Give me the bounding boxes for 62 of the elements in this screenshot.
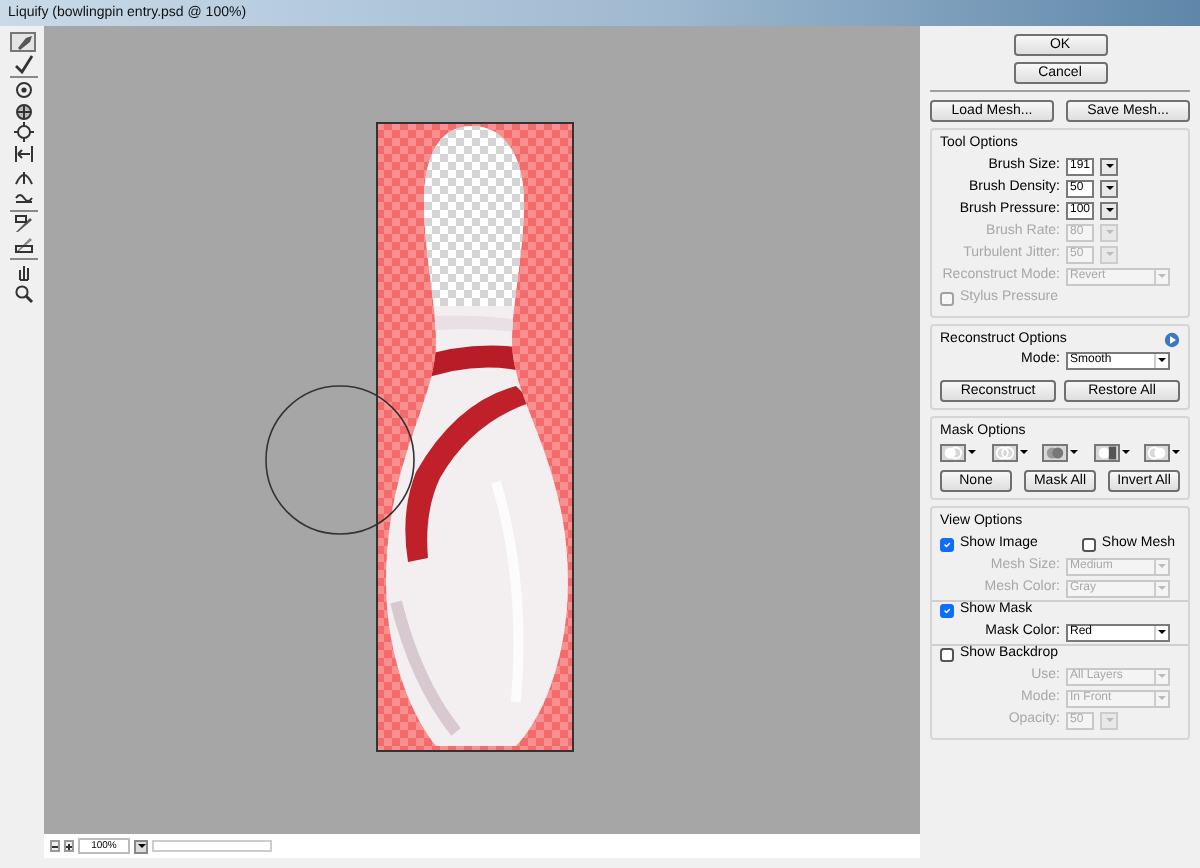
- caret-icon: [137, 844, 145, 848]
- caret-icon: [1158, 358, 1166, 362]
- mask-mode-button[interactable]: [940, 443, 966, 461]
- push-left-icon: [13, 143, 33, 164]
- plus-icon: [66, 843, 72, 849]
- tool-button[interactable]: [10, 143, 36, 164]
- tool-button[interactable]: [10, 213, 36, 234]
- tool-button[interactable]: [10, 234, 36, 255]
- checkbox[interactable]: [1081, 537, 1096, 551]
- bloat-icon: [13, 122, 33, 143]
- brush-icon: [13, 53, 33, 74]
- mask-circles-icon: [942, 445, 964, 459]
- freeze-mask-icon: [13, 213, 33, 234]
- mask-circles-icon: [1044, 445, 1066, 459]
- thaw-mask-icon: [13, 234, 33, 255]
- tool-button[interactable]: [10, 32, 36, 52]
- zoom-icon: [13, 283, 33, 304]
- caret-icon: [968, 450, 976, 454]
- dropdown-button[interactable]: [1100, 201, 1118, 219]
- zoom-out-button[interactable]: [50, 840, 60, 852]
- tool-button[interactable]: [10, 101, 36, 122]
- caret-icon: [1105, 252, 1113, 256]
- mask-circles-icon: [1095, 445, 1117, 459]
- tool-button[interactable]: [10, 283, 36, 304]
- caret-icon: [1158, 586, 1166, 590]
- caret-icon: [1158, 674, 1166, 678]
- brush-cursor-icon: [264, 384, 416, 536]
- caret-icon: [1158, 630, 1166, 634]
- dropdown-button[interactable]: [1100, 179, 1118, 197]
- caret-icon: [1105, 718, 1113, 722]
- caret-icon: [1172, 450, 1180, 454]
- tool-button[interactable]: [10, 122, 36, 143]
- finger-brush-icon: [13, 32, 33, 52]
- swirl-icon: [13, 80, 33, 101]
- checkbox[interactable]: [940, 604, 954, 618]
- mask-mode-button[interactable]: [1093, 443, 1119, 461]
- caret-icon: [1105, 186, 1113, 190]
- caret-icon: [1019, 450, 1027, 454]
- caret-icon: [1158, 274, 1166, 278]
- checkbox[interactable]: [940, 537, 954, 551]
- checkbox[interactable]: [940, 648, 954, 662]
- zoom-slider-track[interactable]: [152, 840, 272, 852]
- caret-icon: [1121, 450, 1129, 454]
- caret-icon: [1105, 208, 1113, 212]
- mask-mode-button[interactable]: [1144, 443, 1170, 461]
- mask-mode-button[interactable]: [1042, 443, 1068, 461]
- caret-icon: [1070, 450, 1078, 454]
- pucker-icon: [13, 101, 33, 122]
- mask-mode-button[interactable]: [991, 443, 1017, 461]
- dropdown-button[interactable]: [1100, 157, 1118, 175]
- caret-icon: [1158, 564, 1166, 568]
- expand-icon[interactable]: [1164, 331, 1180, 347]
- caret-icon: [1105, 164, 1113, 168]
- tool-button[interactable]: [10, 80, 36, 101]
- mask-circles-icon: [1146, 445, 1168, 459]
- hand-icon: [13, 261, 33, 282]
- caret-icon: [1158, 696, 1166, 700]
- zoom-dropdown-button[interactable]: [134, 839, 148, 853]
- tool-button[interactable]: [10, 53, 36, 74]
- zoom-in-button[interactable]: [64, 840, 74, 852]
- caret-icon: [1105, 230, 1113, 234]
- mask-circles-icon: [993, 445, 1015, 459]
